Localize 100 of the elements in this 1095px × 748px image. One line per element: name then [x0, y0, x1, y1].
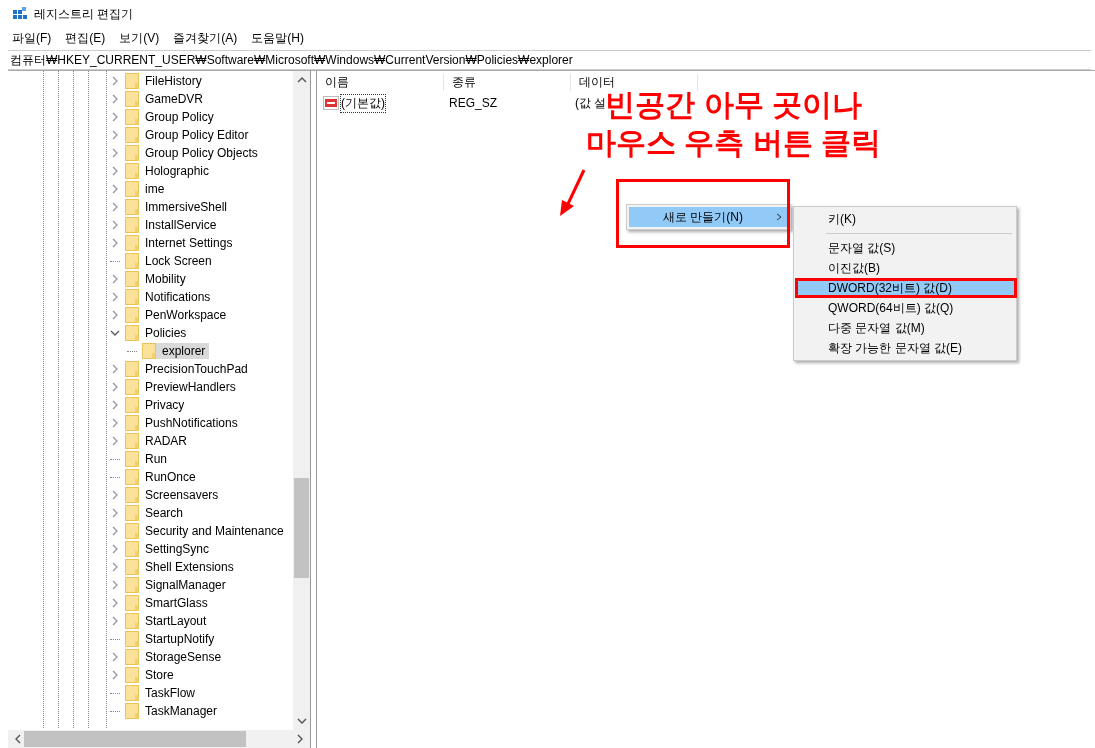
chevron-right-icon[interactable]: [110, 94, 120, 104]
chevron-right-icon[interactable]: [110, 238, 120, 248]
tree-item[interactable]: TaskManager: [145, 704, 218, 718]
chevron-right-icon[interactable]: [110, 490, 120, 500]
menu-item[interactable]: 즐겨찾기(A): [173, 29, 238, 47]
chevron-right-icon[interactable]: [110, 112, 120, 122]
tree-item[interactable]: Notifications: [145, 290, 211, 304]
chevron-right-icon[interactable]: [110, 400, 120, 410]
vertical-scrollbar[interactable]: [293, 71, 310, 730]
folder-icon: [142, 343, 156, 359]
scroll-thumb[interactable]: [24, 731, 246, 747]
menu-item[interactable]: 이진값(B): [796, 258, 1014, 278]
column-header[interactable]: 데이터: [571, 73, 698, 91]
menu-item[interactable]: 새로 만들기(N): [629, 207, 788, 227]
tree-item[interactable]: Lock Screen: [145, 254, 212, 268]
tree-item[interactable]: Mobility: [145, 272, 186, 286]
tree-item[interactable]: TaskFlow: [145, 686, 195, 700]
tree-item[interactable]: PreviewHandlers: [145, 380, 236, 394]
menu-item[interactable]: 도움말(H): [251, 29, 304, 47]
tree-item[interactable]: Run: [145, 452, 167, 466]
folder-icon: [125, 649, 139, 665]
tree-item[interactable]: ImmersiveShell: [145, 200, 228, 214]
tree-item[interactable]: StartupNotify: [145, 632, 215, 646]
chevron-down-icon[interactable]: [110, 328, 120, 338]
tree-item[interactable]: StorageSense: [145, 650, 222, 664]
chevron-right-icon[interactable]: [110, 526, 120, 536]
address-bar[interactable]: 컴퓨터₩HKEY_CURRENT_USER₩Software₩Microsoft₩Windows₩CurrentVersion₩Policies₩explorer: [8, 50, 1091, 70]
tree-item[interactable]: PenWorkspace: [145, 308, 227, 322]
menu-item[interactable]: 다중 문자열 값(M): [796, 318, 1014, 338]
tree-item[interactable]: SettingSync: [145, 542, 210, 556]
tree-item[interactable]: Screensavers: [145, 488, 219, 502]
annotation-arrow: [558, 168, 588, 218]
folder-icon: [125, 199, 139, 215]
menu-item[interactable]: 편집(E): [65, 29, 106, 47]
tree-item[interactable]: Internet Settings: [145, 236, 233, 250]
tree-item[interactable]: ime: [145, 182, 165, 196]
tree-item[interactable]: Shell Extensions: [145, 560, 234, 574]
tree-item[interactable]: Group Policy Objects: [145, 146, 258, 160]
scroll-right-icon[interactable]: [296, 734, 304, 744]
chevron-right-icon[interactable]: [110, 598, 120, 608]
tree-item[interactable]: FileHistory: [145, 74, 202, 88]
chevron-right-icon[interactable]: [110, 220, 120, 230]
tree-item[interactable]: GameDVR: [145, 92, 203, 106]
tree-item[interactable]: StartLayout: [145, 614, 207, 628]
tree-item[interactable]: Search: [145, 506, 184, 520]
value-name[interactable]: (기본값): [340, 93, 386, 113]
chevron-right-icon[interactable]: [110, 310, 120, 320]
tree-item[interactable]: InstallService: [145, 218, 217, 232]
tree-item[interactable]: Policies: [145, 326, 187, 340]
chevron-right-icon[interactable]: [110, 580, 120, 590]
chevron-right-icon[interactable]: [110, 562, 120, 572]
menu-item[interactable]: 키(K): [796, 209, 1014, 229]
chevron-right-icon[interactable]: [110, 418, 120, 428]
column-header[interactable]: 이름: [317, 73, 444, 91]
chevron-right-icon[interactable]: [110, 670, 120, 680]
chevron-right-icon[interactable]: [110, 616, 120, 626]
tree-item[interactable]: Security and Maintenance: [145, 524, 284, 538]
menu-item[interactable]: 파일(F): [12, 29, 52, 47]
chevron-right-icon[interactable]: [110, 652, 120, 662]
tree-item[interactable]: Privacy: [145, 398, 185, 412]
tree-item[interactable]: PrecisionTouchPad: [145, 362, 248, 376]
tree-item[interactable]: Group Policy Editor: [145, 128, 249, 142]
chevron-right-icon[interactable]: [110, 364, 120, 374]
menu-item[interactable]: 문자열 값(S): [796, 238, 1014, 258]
folder-icon: [125, 595, 139, 611]
chevron-right-icon[interactable]: [110, 148, 120, 158]
chevron-right-icon[interactable]: [110, 382, 120, 392]
tree-item[interactable]: SignalManager: [145, 578, 226, 592]
chevron-right-icon[interactable]: [110, 76, 120, 86]
scroll-thumb[interactable]: [294, 478, 309, 578]
chevron-right-icon[interactable]: [110, 436, 120, 446]
tree-item[interactable]: PushNotifications: [145, 416, 238, 430]
chevron-right-icon[interactable]: [110, 130, 120, 140]
chevron-right-icon[interactable]: [110, 202, 120, 212]
folder-icon: [125, 217, 139, 233]
scroll-up-icon[interactable]: [296, 76, 307, 84]
tree-item[interactable]: Group Policy: [145, 110, 214, 124]
tree-item[interactable]: Store: [145, 668, 174, 682]
horizontal-scrollbar[interactable]: [8, 730, 310, 748]
folder-icon: [125, 577, 139, 593]
chevron-right-icon[interactable]: [110, 184, 120, 194]
chevron-right-icon[interactable]: [110, 292, 120, 302]
registry-icon: [12, 6, 28, 22]
menu-item[interactable]: QWORD(64비트) 값(Q): [796, 298, 1014, 318]
chevron-right-icon[interactable]: [110, 544, 120, 554]
tree-item[interactable]: Holographic: [145, 164, 210, 178]
tree-item[interactable]: SmartGlass: [145, 596, 208, 610]
scroll-down-icon[interactable]: [296, 717, 307, 725]
tree-item[interactable]: RunOnce: [145, 470, 196, 484]
chevron-right-icon[interactable]: [110, 274, 120, 284]
folder-icon: [125, 73, 139, 89]
value-type: REG_SZ: [448, 96, 498, 110]
column-header[interactable]: 종류: [444, 73, 571, 91]
chevron-right-icon[interactable]: [110, 508, 120, 518]
menu-item[interactable]: 확장 가능한 문자열 값(E): [796, 338, 1014, 358]
menu-item[interactable]: 보기(V): [119, 29, 160, 47]
tree-item[interactable]: RADAR: [145, 434, 187, 448]
scroll-left-icon[interactable]: [14, 734, 22, 744]
folder-icon: [125, 631, 139, 647]
chevron-right-icon[interactable]: [110, 166, 120, 176]
